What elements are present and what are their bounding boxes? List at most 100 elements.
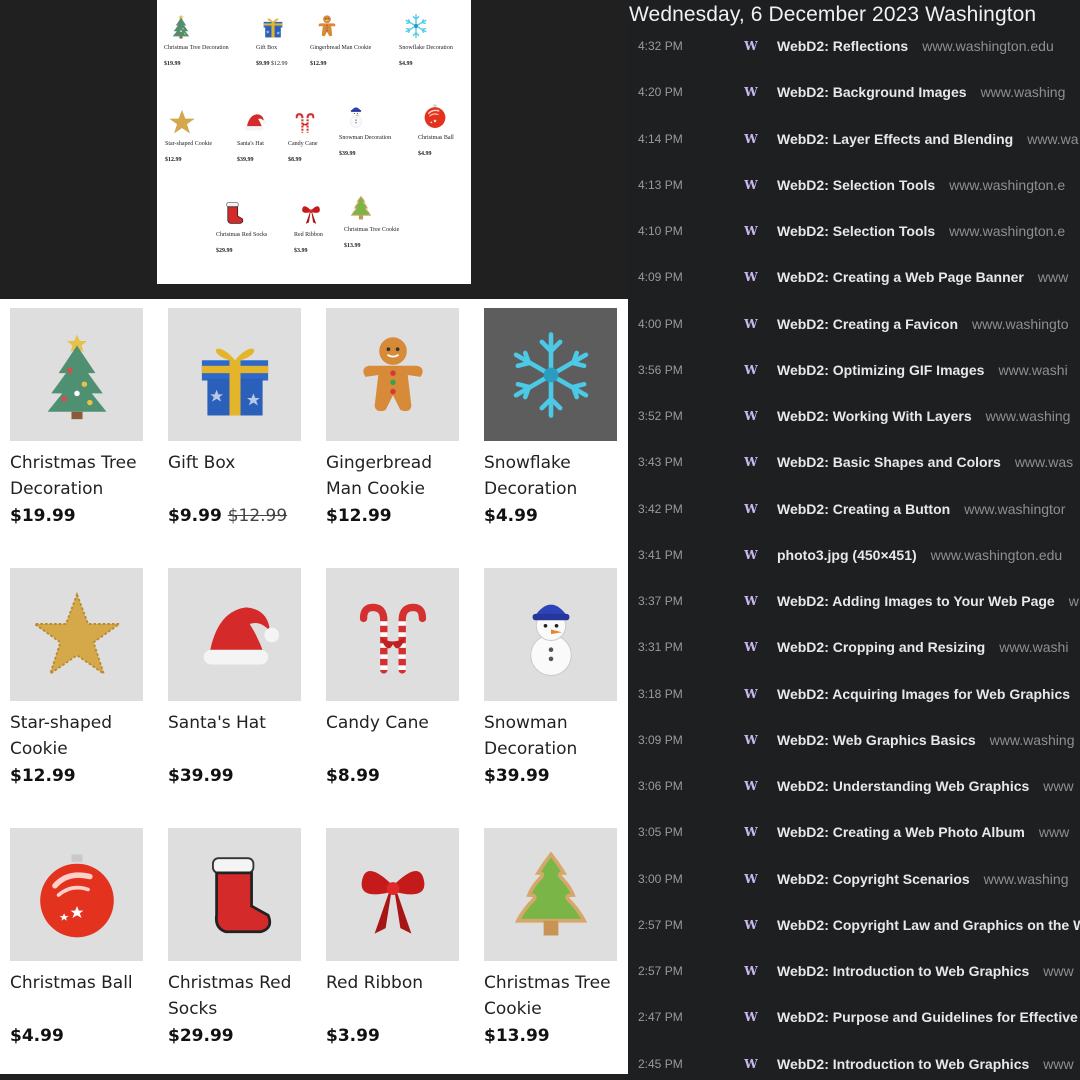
history-entry[interactable]: 3:09 PM W WebD2: Web Graphics Basics www.wa… [628,725,1080,755]
product-name[interactable]: Candy Cane [326,710,460,762]
history-entry-title[interactable]: WebD2: Creating a Favicon www.washingto [777,316,1069,332]
product-name[interactable]: Christmas Red Socks [168,970,302,1022]
product-card[interactable]: Snowman Decoration $39.99 [484,568,618,786]
product-image[interactable] [168,308,301,441]
product-price: $8.99 [326,766,460,786]
product-card[interactable]: Christmas Tree Decoration $19.99 [10,308,144,526]
product-name[interactable]: Star-shaped Cookie [10,710,144,762]
history-entry[interactable]: 3:42 PM W WebD2: Creating a Button www.wash… [628,494,1080,524]
history-entry-title[interactable]: WebD2: Introduction to Web Graphics www [777,963,1074,979]
product-name[interactable]: Christmas Ball [10,970,144,1022]
thumbnail-product-name: Christmas Ball [418,135,454,141]
product-image[interactable] [484,828,617,961]
product-card[interactable]: Candy Cane $8.99 [326,568,460,786]
history-entry-title[interactable]: WebD2: Copyright Law and Graphics on the… [777,917,1080,933]
history-entry[interactable]: 4:32 PM W WebD2: Reflections www.washington… [628,31,1080,61]
history-entry-time: 3:06 PM [638,779,683,793]
history-entry[interactable]: 2:57 PM W WebD2: Introduction to Web Graph… [628,956,1080,986]
history-entry-url: www.washing [985,408,1071,424]
history-entry-title[interactable]: WebD2: Working With Layers www.washing [777,408,1070,424]
history-entry-title[interactable]: WebD2: Understanding Web Graphics www [777,778,1074,794]
history-entry-title[interactable]: photo3.jpg (450×451) www.washington.edu [777,547,1062,563]
product-name[interactable]: Santa's Hat [168,710,302,762]
history-entry-title[interactable]: WebD2: Copyright Scenarios www.washing [777,871,1069,887]
history-entry[interactable]: 3:56 PM W WebD2: Optimizing GIF Images www.… [628,355,1080,385]
product-card[interactable]: Santa's Hat $39.99 [168,568,302,786]
history-entry-title[interactable]: WebD2: Optimizing GIF Images www.washi [777,362,1068,378]
history-entry[interactable]: 4:09 PM W WebD2: Creating a Web Page Banne… [628,262,1080,292]
history-entry[interactable]: 4:14 PM W WebD2: Layer Effects and Blendin… [628,124,1080,154]
history-entry[interactable]: 3:00 PM W WebD2: Copyright Scenarios www.wa… [628,864,1080,894]
product-card[interactable]: Gingerbread Man Cookie $12.99 [326,308,460,526]
product-name[interactable]: Gingerbread Man Cookie [326,450,460,502]
history-entry[interactable]: 4:13 PM W WebD2: Selection Tools www.washin… [628,170,1080,200]
history-entry-title[interactable]: WebD2: Introduction to Web Graphics www [777,1056,1074,1072]
history-entry[interactable]: 3:06 PM W WebD2: Understanding Web Graphic… [628,771,1080,801]
history-entry-title[interactable]: WebD2: Purpose and Guidelines for Effect… [777,1009,1078,1025]
thumbnail-product-price: $3.99 [294,248,324,254]
history-entry-title[interactable]: WebD2: Background Images www.washing [777,84,1065,100]
product-image[interactable] [326,828,459,961]
product-card[interactable]: Star-shaped Cookie $12.99 [10,568,144,786]
screenshot-collage: Christmas Tree Decoration $19.99 Gift Box $… [0,0,1080,1080]
product-name[interactable]: Gift Box [168,450,302,502]
product-name[interactable]: Christmas Tree Cookie [484,970,618,1022]
history-entry-url: www.washingto [972,315,1069,332]
product-image[interactable] [168,568,301,701]
history-entry-title[interactable]: WebD2: Selection Tools www.washington.e [777,223,1065,239]
history-entry-title[interactable]: WebD2: Selection Tools www.washington.e [777,177,1065,193]
product-image[interactable] [326,308,459,441]
history-entry-title[interactable]: WebD2: Acquiring Images for Web Graphics [777,686,1070,702]
history-entry[interactable]: 2:45 PM W WebD2: Introduction to Web Graph… [628,1049,1080,1079]
history-entry-title[interactable]: WebD2: Reflections www.washington.edu [777,38,1054,54]
history-entry-title[interactable]: WebD2: Creating a Web Photo Album www [777,824,1069,840]
history-entry[interactable]: 2:57 PM W WebD2: Copyright Law and Graphic… [628,910,1080,940]
history-entry-time: 4:20 PM [638,85,683,100]
product-name[interactable]: Snowflake Decoration [484,450,618,502]
history-entry[interactable]: 4:00 PM W WebD2: Creating a Favicon www.was… [628,309,1080,339]
product-image[interactable] [484,308,617,441]
product-image[interactable] [10,828,143,961]
history-entry-title[interactable]: WebD2: Creating a Button www.washingtor [777,501,1065,517]
product-name[interactable]: Red Ribbon [326,970,460,1022]
product-card[interactable]: Christmas Red Socks $29.99 [168,828,302,1046]
history-entry[interactable]: 4:10 PM W WebD2: Selection Tools www.washin… [628,216,1080,246]
product-card[interactable]: Gift Box $9.99 $12.99 [168,308,302,526]
product-card[interactable]: Snowflake Decoration $4.99 [484,308,618,526]
history-entry[interactable]: 3:18 PM W WebD2: Acquiring Images for Web … [628,679,1080,709]
history-entry-title[interactable]: WebD2: Cropping and Resizing www.washi [777,639,1068,655]
history-entry[interactable]: 3:43 PM W WebD2: Basic Shapes and Colors ww… [628,447,1080,477]
product-card[interactable]: Red Ribbon $3.99 [326,828,460,1046]
history-entry-url: www [1043,963,1074,979]
product-card[interactable]: Christmas Tree Cookie $13.99 [484,828,618,1046]
price-current: $4.99 [10,1026,64,1046]
history-entry-title[interactable]: WebD2: Creating a Web Page Banner www [777,269,1068,285]
history-entry-time: 3:18 PM [638,686,683,701]
product-card[interactable]: Christmas Ball $4.99 [10,828,144,1046]
history-entry[interactable]: 3:37 PM W WebD2: Adding Images to Your Web… [628,586,1080,616]
history-entry[interactable]: 3:52 PM W WebD2: Working With Layers www.wa… [628,401,1080,431]
history-entry-title[interactable]: WebD2: Layer Effects and Blending www.wa [777,131,1079,147]
history-entry-time: 3:09 PM [638,732,683,747]
history-entry[interactable]: 2:47 PM W WebD2: Purpose and Guidelines fo… [628,1002,1080,1032]
history-entry[interactable]: 3:41 PM Wphoto3.jpg (450×451) www.washingt… [628,540,1080,570]
history-entry-title[interactable]: WebD2: Web Graphics Basics www.washing [777,732,1075,748]
product-image[interactable] [484,568,617,701]
history-entry-time: 4:13 PM [638,177,683,192]
history-entry-title[interactable]: WebD2: Basic Shapes and Colors www.was [777,454,1073,470]
product-image[interactable] [10,308,143,441]
history-entry[interactable]: 3:31 PM W WebD2: Cropping and Resizing www.… [628,632,1080,662]
product-image[interactable] [10,568,143,701]
product-image[interactable] [168,828,301,961]
star-icon [169,109,212,135]
history-entry[interactable]: 4:20 PM W WebD2: Background Images www.wash… [628,77,1080,107]
product-name[interactable]: Christmas Tree Decoration [10,450,144,502]
history-entry-title[interactable]: WebD2: Adding Images to Your Web Page w [777,593,1079,609]
price-old: $12.99 [227,506,288,526]
history-entry-title-text: WebD2: Background Images [777,84,967,101]
history-entry[interactable]: 3:05 PM W WebD2: Creating a Web Photo Albu… [628,817,1080,847]
price-current: $39.99 [168,766,234,786]
gift-icon [260,13,288,39]
product-name[interactable]: Snowman Decoration [484,710,618,762]
product-image[interactable] [326,568,459,701]
